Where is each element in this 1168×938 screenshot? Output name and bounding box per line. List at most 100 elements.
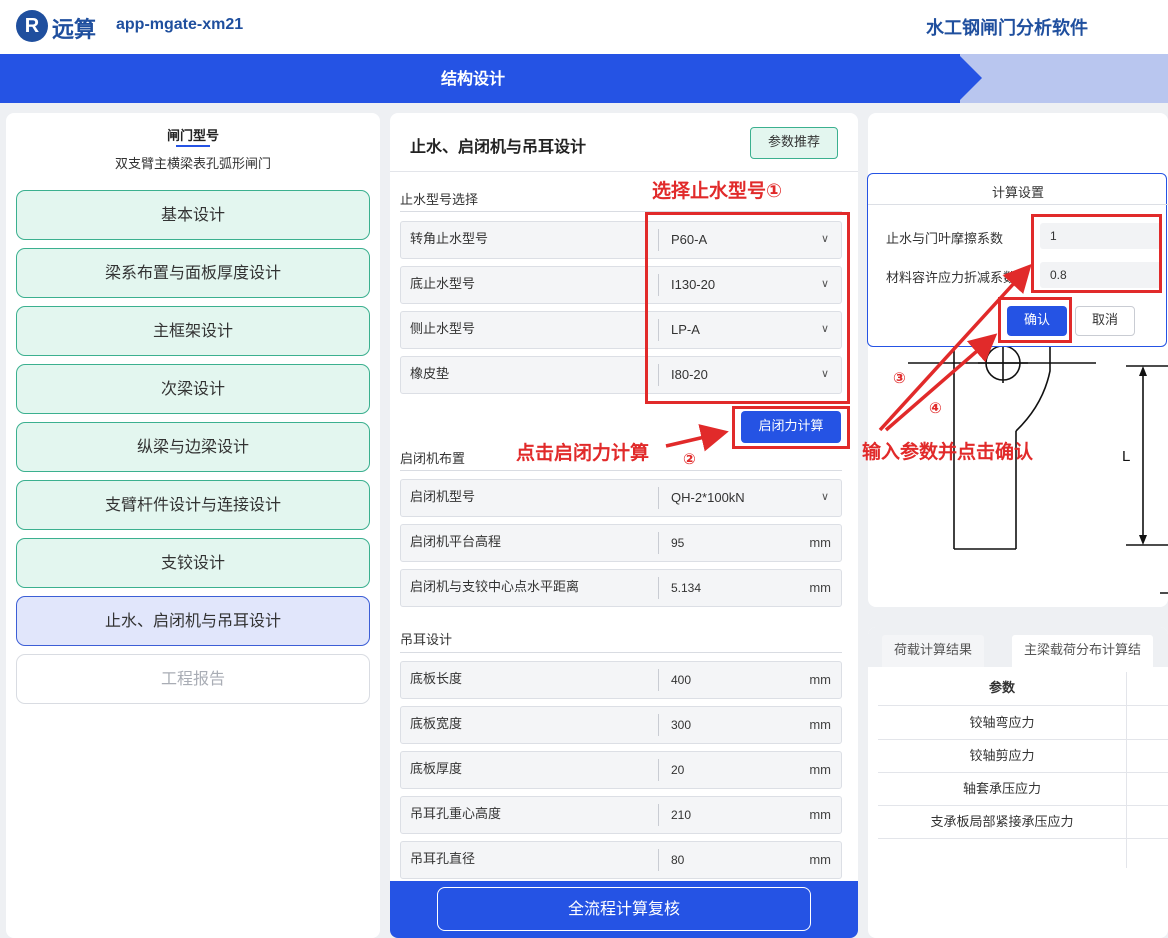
table-row: 轴套承压应力 xyxy=(878,773,1168,806)
heading-underline xyxy=(176,145,210,147)
base-thickness-field[interactable]: 底板厚度 20 mm xyxy=(400,751,842,789)
annotation-select-seal: 选择止水型号① xyxy=(652,180,783,202)
annotation-click-calc: 点击启闭力计算 xyxy=(516,442,650,464)
field-unit: mm xyxy=(809,762,831,777)
field-label: 底止水型号 xyxy=(410,277,476,292)
table-cell: 铰轴剪应力 xyxy=(969,749,1035,764)
nav-secondary-beam[interactable]: 次梁设计 xyxy=(16,364,370,414)
annotation-step-3: ③ xyxy=(893,369,906,387)
field-unit: mm xyxy=(809,580,831,595)
step-bar: 结构设计 xyxy=(0,54,1168,103)
logo-text: 远算 xyxy=(52,18,97,43)
table-row: 铰轴弯应力 xyxy=(878,707,1168,740)
field-separator xyxy=(658,714,659,736)
highlight-seal-selects xyxy=(645,212,850,404)
section-divider xyxy=(400,652,842,653)
field-label: 底板长度 xyxy=(410,672,463,687)
lug-hole-height-field[interactable]: 吊耳孔重心高度 210 mm xyxy=(400,796,842,834)
panel-title: 止水、启闭机与吊耳设计 xyxy=(410,137,587,156)
divider xyxy=(868,204,1168,205)
results-panel: 荷载计算结果 主梁载荷分布计算结 参数 铰轴弯应力 铰轴剪应力 轴套承压应力 支… xyxy=(868,627,1168,938)
arrow-up-icon xyxy=(1139,366,1147,376)
divider xyxy=(390,171,858,172)
nav-beam-layout[interactable]: 梁系布置与面板厚度设计 xyxy=(16,248,370,298)
field-label: 启闭机型号 xyxy=(410,490,476,505)
field-unit: mm xyxy=(809,672,831,687)
nav-main-frame[interactable]: 主框架设计 xyxy=(16,306,370,356)
table-row: 铰轴剪应力 xyxy=(878,740,1168,773)
dimension-label: L xyxy=(1122,448,1130,465)
annotation-step-4: ④ xyxy=(929,399,942,417)
tab-main-beam-distribution[interactable]: 主梁载荷分布计算结 xyxy=(1012,635,1154,667)
field-value: 5.134 xyxy=(671,581,702,595)
field-label: 底板宽度 xyxy=(410,717,463,732)
column-header: 参数 xyxy=(988,681,1015,696)
field-value: 95 xyxy=(671,536,685,550)
step-arrow-icon xyxy=(958,54,982,102)
nav-arm-member[interactable]: 支臂杆件设计与连接设计 xyxy=(16,480,370,530)
nav-report[interactable]: 工程报告 xyxy=(16,654,370,704)
base-length-field[interactable]: 底板长度 400 mm xyxy=(400,661,842,699)
field-separator xyxy=(658,669,659,691)
hoist-platform-elevation-field[interactable]: 启闭机平台高程 95 mm xyxy=(400,524,842,562)
field-label: 底板厚度 xyxy=(410,762,463,777)
tab-load-results[interactable]: 荷载计算结果 xyxy=(882,635,985,667)
field-label: 吊耳孔重心高度 xyxy=(410,807,502,822)
lug-hole-diameter-field[interactable]: 吊耳孔直径 80 mm xyxy=(400,841,842,879)
nav-longitudinal-beam[interactable]: 纵梁与边梁设计 xyxy=(16,422,370,472)
annotation-input-confirm: 输入参数并点击确认 xyxy=(862,441,1034,463)
field-label: 启闭机与支铰中心点水平距离 xyxy=(410,580,580,595)
results-table-header: 参数 xyxy=(878,672,1168,706)
table-cell: 支承板局部紧接承压应力 xyxy=(930,815,1074,830)
table-row: 支承板局部紧接承压应力 xyxy=(878,806,1168,839)
nav-seal-hoist-lug[interactable]: 止水、启闭机与吊耳设计 xyxy=(16,596,370,646)
software-title: 水工钢闸门分析软件 xyxy=(926,18,1088,39)
gate-type-value: 双支臂主横梁表孔弧形闸门 xyxy=(114,157,271,172)
seal-section-title: 止水型号选择 xyxy=(400,193,479,208)
gate-type-heading: 闸门型号 xyxy=(166,129,219,144)
hoist-model-select[interactable]: 启闭机型号 QH-2*100kN ∨ xyxy=(400,479,842,517)
step-active[interactable]: 结构设计 xyxy=(0,54,960,103)
field-unit: mm xyxy=(809,852,831,867)
full-check-button[interactable]: 全流程计算复核 xyxy=(437,887,811,931)
field-separator xyxy=(658,487,659,509)
field-separator xyxy=(658,849,659,871)
field-separator xyxy=(658,532,659,554)
field-label: 吊耳孔直径 xyxy=(410,852,476,867)
left-nav-panel: 闸门型号 双支臂主横梁表孔弧形闸门 基本设计 梁系布置与面板厚度设计 主框架设计… xyxy=(6,113,380,938)
top-bar: R 远算 app-mgate-xm21 水工钢闸门分析软件 xyxy=(0,0,1168,54)
nav-hinge[interactable]: 支铰设计 xyxy=(16,538,370,588)
field-unit: mm xyxy=(809,717,831,732)
field-value: 300 xyxy=(671,718,692,732)
chevron-down-icon: ∨ xyxy=(820,490,829,503)
step-label: 结构设计 xyxy=(440,69,505,88)
friction-label: 止水与门叶摩擦系数 xyxy=(886,232,1004,247)
recommend-button[interactable]: 参数推荐 xyxy=(750,127,838,159)
table-cell: 铰轴弯应力 xyxy=(969,716,1035,731)
field-label: 侧止水型号 xyxy=(410,322,476,337)
field-label: 转角止水型号 xyxy=(410,232,489,247)
field-value: 80 xyxy=(671,853,685,867)
field-unit: mm xyxy=(809,535,831,550)
highlight-calc-button xyxy=(732,406,850,449)
hoist-section-title: 启闭机布置 xyxy=(400,452,466,467)
base-width-field[interactable]: 底板宽度 300 mm xyxy=(400,706,842,744)
annotation-step-2: ② xyxy=(683,450,696,468)
cancel-button[interactable]: 取消 xyxy=(1075,306,1135,336)
table-cell: 轴套承压应力 xyxy=(962,782,1041,797)
lug-section-title: 吊耳设计 xyxy=(400,633,453,648)
field-label: 橡皮垫 xyxy=(410,367,450,382)
arrow-down-icon xyxy=(1139,535,1147,545)
hoist-distance-field[interactable]: 启闭机与支铰中心点水平距离 5.134 mm xyxy=(400,569,842,607)
dialog-title: 计算设置 xyxy=(991,186,1044,201)
field-label: 启闭机平台高程 xyxy=(410,535,502,550)
nav-basic-design[interactable]: 基本设计 xyxy=(16,190,370,240)
highlight-confirm-button xyxy=(998,297,1072,343)
field-value: 210 xyxy=(671,808,692,822)
field-value: 400 xyxy=(671,673,692,687)
logo-icon: R xyxy=(16,10,48,42)
reduction-label: 材料容许应力折减系数 xyxy=(886,271,1017,286)
field-unit: mm xyxy=(809,807,831,822)
field-value: QH-2*100kN xyxy=(671,490,745,505)
drawing-edge xyxy=(1015,347,1051,432)
